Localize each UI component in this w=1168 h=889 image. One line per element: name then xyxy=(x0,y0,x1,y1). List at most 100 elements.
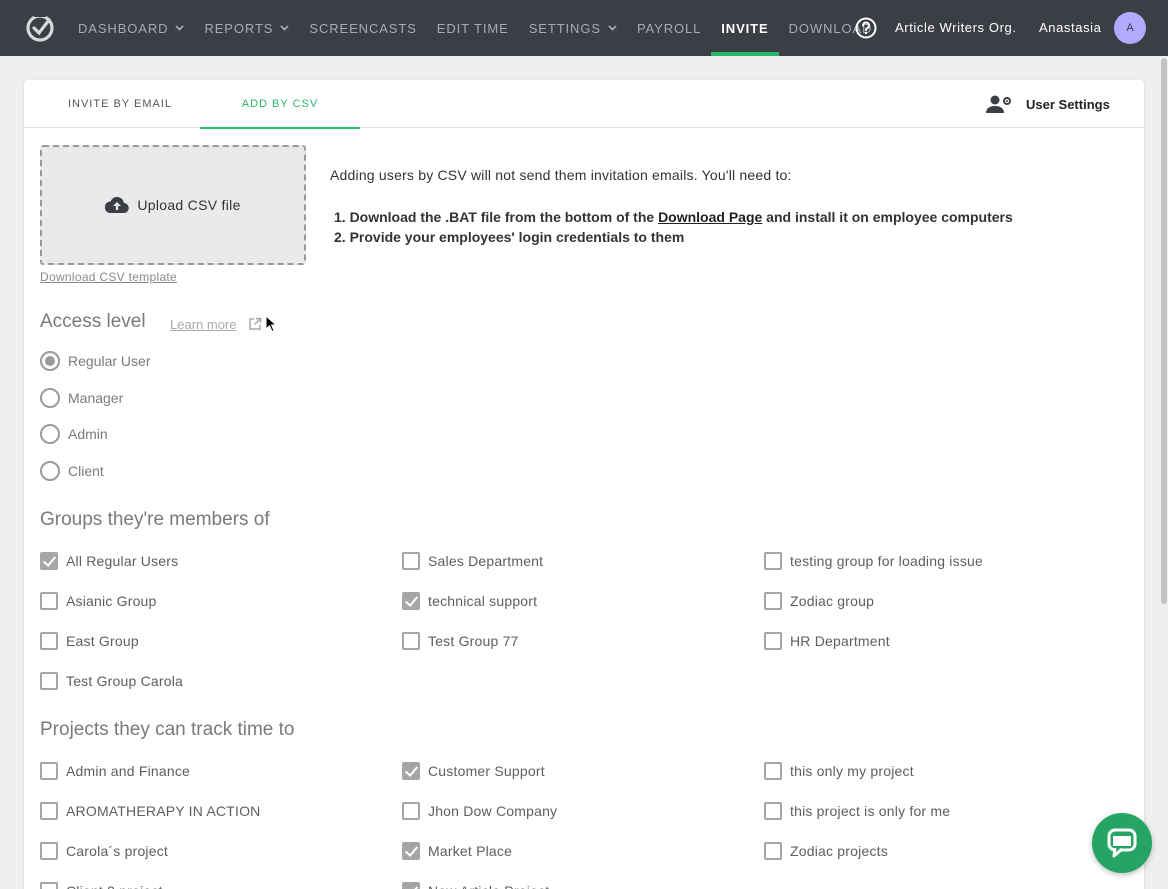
csv-steps: 1. Download the .BAT file from the botto… xyxy=(334,207,1013,247)
checkbox[interactable] xyxy=(764,592,782,610)
nav-item-edit-time[interactable]: EDIT TIME xyxy=(427,0,519,56)
user-name[interactable]: Anastasia xyxy=(1039,20,1102,35)
user-settings-button[interactable]: User Settings xyxy=(986,94,1110,114)
nav-item-label: INVITE xyxy=(721,20,769,36)
checkbox[interactable] xyxy=(40,882,58,889)
access-option-admin[interactable]: Admin xyxy=(40,424,108,444)
checkbox[interactable] xyxy=(764,632,782,650)
app-logo-icon[interactable] xyxy=(24,11,56,43)
checkbox-label: Test Group Carola xyxy=(66,673,184,689)
checkbox-label: Sales Department xyxy=(428,553,544,569)
nav-item-reports[interactable]: REPORTS xyxy=(194,0,299,56)
checkbox-label: this project is only for me xyxy=(790,803,951,819)
project-checkbox-item[interactable]: Admin and Finance xyxy=(40,762,190,780)
checkbox[interactable] xyxy=(764,552,782,570)
nav-item-dashboard[interactable]: DASHBOARD xyxy=(68,0,194,56)
top-navbar: DASHBOARD REPORTS SCREENCASTS EDIT TIME SETT… xyxy=(0,0,1168,56)
checkbox[interactable] xyxy=(40,672,58,690)
access-option-manager[interactable]: Manager xyxy=(40,388,123,408)
radio-button[interactable] xyxy=(40,388,60,408)
radio-label: Admin xyxy=(68,426,108,442)
checkbox[interactable] xyxy=(402,592,420,610)
checkbox[interactable] xyxy=(402,552,420,570)
project-checkbox-item[interactable]: AROMATHERAPY IN ACTION xyxy=(40,802,260,820)
learn-more-link[interactable]: Learn more xyxy=(170,317,236,332)
checkbox-label: HR Department xyxy=(790,633,890,649)
checkbox[interactable] xyxy=(40,802,58,820)
checkbox[interactable] xyxy=(402,802,420,820)
cloud-upload-icon xyxy=(105,196,130,214)
checkbox[interactable] xyxy=(40,842,58,860)
checkbox[interactable] xyxy=(764,762,782,780)
download-csv-template-link[interactable]: Download CSV template xyxy=(40,270,177,284)
step-1-suffix: and install it on employee computers xyxy=(762,209,1013,225)
access-option-client[interactable]: Client xyxy=(40,461,104,481)
checkbox[interactable] xyxy=(40,592,58,610)
project-checkbox-item[interactable]: this project is only for me xyxy=(764,802,950,820)
groups-title: Groups they're members of xyxy=(40,509,270,530)
project-checkbox-item[interactable]: Market Place xyxy=(402,842,512,860)
group-checkbox-item[interactable]: Sales Department xyxy=(402,552,543,570)
radio-label: Client xyxy=(68,463,104,479)
checkbox[interactable] xyxy=(402,842,420,860)
checkbox-label: New Article Project xyxy=(428,883,549,889)
checkbox[interactable] xyxy=(40,632,58,650)
download-page-link[interactable]: Download Page xyxy=(658,209,762,225)
group-checkbox-item[interactable]: testing group for loading issue xyxy=(764,552,983,570)
checkbox[interactable] xyxy=(402,632,420,650)
nav-item-label: PAYROLL xyxy=(636,20,702,36)
nav-item-invite[interactable]: INVITE xyxy=(711,0,779,56)
checkbox[interactable] xyxy=(764,842,782,860)
project-checkbox-item[interactable]: Zodiac projects xyxy=(764,842,888,860)
checkbox[interactable] xyxy=(764,802,782,820)
project-checkbox-item[interactable]: Jhon Dow Company xyxy=(402,802,557,820)
invite-card: INVITE BY EMAIL ADD BY CSV User Settings… xyxy=(24,80,1144,889)
tab-invite-by-email[interactable]: INVITE BY EMAIL xyxy=(40,80,200,128)
group-checkbox-item[interactable]: All Regular Users xyxy=(40,552,178,570)
checkbox-label: Admin and Finance xyxy=(66,763,191,779)
checkbox-label: Carola´s project xyxy=(66,843,169,859)
project-checkbox-item[interactable]: New Article Project xyxy=(402,882,549,889)
radio-button[interactable] xyxy=(40,461,60,481)
checkbox[interactable] xyxy=(40,762,58,780)
tab-add-by-csv[interactable]: ADD BY CSV xyxy=(200,80,360,129)
checkbox[interactable] xyxy=(402,882,420,889)
checkbox[interactable] xyxy=(402,762,420,780)
group-checkbox-item[interactable]: Asianic Group xyxy=(40,592,157,610)
scrollbar-thumb[interactable] xyxy=(1161,58,1167,604)
tab-bar: INVITE BY EMAIL ADD BY CSV User Settings xyxy=(24,80,1144,129)
project-checkbox-item[interactable]: this only my project xyxy=(764,762,914,780)
nav-item-settings[interactable]: SETTINGS xyxy=(519,0,627,56)
projects-title: Projects they can track time to xyxy=(40,719,295,740)
upload-csv-button[interactable]: Upload CSV file xyxy=(40,145,306,265)
access-option-regular-user[interactable]: Regular User xyxy=(40,351,150,371)
checkbox-label: Test Group 77 xyxy=(428,633,519,649)
group-checkbox-item[interactable]: technical support xyxy=(402,592,537,610)
avatar[interactable]: A xyxy=(1114,12,1146,44)
group-checkbox-item[interactable]: HR Department xyxy=(764,632,890,650)
chat-icon xyxy=(1107,828,1137,858)
group-checkbox-item[interactable]: Test Group 77 xyxy=(402,632,519,650)
group-checkbox-item[interactable]: East Group xyxy=(40,632,139,650)
radio-label: Manager xyxy=(68,390,124,406)
checkbox-label: Client 2 project xyxy=(66,883,163,889)
radio-button[interactable] xyxy=(40,351,60,371)
group-checkbox-item[interactable]: Test Group Carola xyxy=(40,672,183,690)
project-checkbox-item[interactable]: Customer Support xyxy=(402,762,545,780)
upload-csv-label: Upload CSV file xyxy=(137,197,241,213)
chevron-down-icon xyxy=(608,25,617,31)
checkbox-label: testing group for loading issue xyxy=(790,553,983,569)
nav-item-label: REPORTS xyxy=(204,20,274,36)
project-checkbox-item[interactable]: Carola´s project xyxy=(40,842,168,860)
chat-button[interactable] xyxy=(1092,813,1152,873)
nav-item-payroll[interactable]: PAYROLL xyxy=(627,0,711,56)
project-checkbox-item[interactable]: Client 2 project xyxy=(40,882,163,889)
radio-button[interactable] xyxy=(40,424,60,444)
help-icon[interactable] xyxy=(855,17,877,39)
organization-name[interactable]: Article Writers Org. xyxy=(895,20,1017,35)
external-link-icon[interactable] xyxy=(248,317,262,331)
step-1-prefix: 1. Download the .BAT file from the botto… xyxy=(334,209,659,225)
group-checkbox-item[interactable]: Zodiac group xyxy=(764,592,874,610)
checkbox[interactable] xyxy=(40,552,58,570)
nav-item-screencasts[interactable]: SCREENCASTS xyxy=(299,0,426,56)
